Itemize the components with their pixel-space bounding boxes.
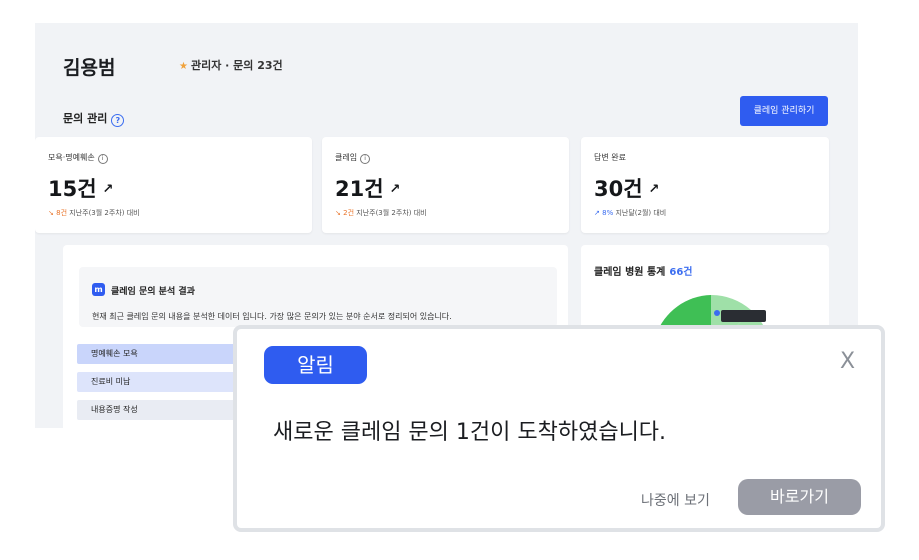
delta-value: 8% <box>602 209 614 217</box>
delta-text: 지난주(3월 2주차) 대비 <box>69 209 140 217</box>
pie-tooltip <box>721 310 766 322</box>
stat-card-label: 클레임 i <box>335 152 371 164</box>
stat-label-text: 클레임 <box>335 153 358 162</box>
arrow-up-right-icon: ↗ <box>648 182 660 197</box>
delta-text: 지난달(2월) 대비 <box>615 209 667 217</box>
stats-title: 클레임 병원 통계 66건 <box>594 263 693 278</box>
info-icon[interactable]: i <box>360 154 371 164</box>
help-icon[interactable]: ? <box>111 114 125 127</box>
analysis-description: 현재 최근 클레임 문의 내용을 분석한 데이터 입니다. 가장 많은 문의가 … <box>92 312 452 321</box>
stat-card-label: 답변 완료 <box>594 152 626 163</box>
stat-card-delta: ↘ 8건 지난주(3월 2주차) 대비 <box>48 208 140 218</box>
arrow-up-right-icon: ↗ <box>102 182 114 197</box>
stats-title-text: 클레임 병원 통계 <box>594 267 666 278</box>
trend-down-icon: ↘ <box>335 209 341 217</box>
notification-modal: 알림 X 새로운 클레임 문의 1건이 도착하였습니다. 나중에 보기 바로가기 <box>233 325 885 532</box>
close-icon[interactable]: X <box>840 349 855 374</box>
user-meta-text: 관리자 · 문의 23건 <box>190 59 283 72</box>
user-name: 김용범 <box>63 57 116 79</box>
delta-value: 8건 <box>56 209 68 217</box>
stat-card-value: 21건 ↗ <box>335 173 400 203</box>
view-later-button[interactable]: 나중에 보기 <box>641 490 710 510</box>
section-title: 문의 관리? <box>63 110 125 127</box>
pie-marker <box>714 310 720 316</box>
stat-card-label: 모욕·명예훼손 i <box>48 152 108 164</box>
stat-label-text: 답변 완료 <box>594 153 626 162</box>
stat-card-defamation[interactable]: 모욕·명예훼손 i 15건 ↗ ↘ 8건 지난주(3월 2주차) 대비 <box>35 137 312 233</box>
stat-card-delta: ↗ 8% 지난달(2월) 대비 <box>594 208 666 218</box>
stat-label-text: 모욕·명예훼손 <box>48 153 95 162</box>
trend-up-icon: ↗ <box>594 209 600 217</box>
analysis-summary: m 클레임 문의 분석 결과 현재 최근 클레임 문의 내용을 분석한 데이터 … <box>79 267 557 327</box>
go-now-button[interactable]: 바로가기 <box>738 479 861 515</box>
delta-value: 2건 <box>343 209 355 217</box>
alert-badge: 알림 <box>264 346 367 384</box>
star-icon: ★ <box>179 61 188 72</box>
notification-message: 새로운 클레임 문의 1건이 도착하였습니다. <box>273 420 667 445</box>
trend-down-icon: ↘ <box>48 209 54 217</box>
arrow-up-right-icon: ↗ <box>389 182 401 197</box>
section-title-text: 문의 관리 <box>63 112 108 125</box>
stats-count: 66건 <box>669 267 693 278</box>
stat-card-claim[interactable]: 클레임 i 21건 ↗ ↘ 2건 지난주(3월 2주차) 대비 <box>322 137 569 233</box>
user-meta: ★ 관리자 · 문의 23건 <box>179 57 283 73</box>
analysis-title: 클레임 문의 분석 결과 <box>111 287 195 297</box>
delta-text: 지난주(3월 2주차) 대비 <box>356 209 427 217</box>
stat-value-text: 15건 <box>48 177 97 201</box>
stat-card-value: 30건 ↗ <box>594 173 659 203</box>
m-logo-icon: m <box>92 283 105 296</box>
stat-card-value: 15건 ↗ <box>48 173 113 203</box>
stat-card-answered[interactable]: 답변 완료 30건 ↗ ↗ 8% 지난달(2월) 대비 <box>581 137 829 233</box>
info-icon[interactable]: i <box>97 154 108 164</box>
stat-value-text: 21건 <box>335 177 384 201</box>
manage-claims-button[interactable]: 클레임 관리하기 <box>740 96 828 126</box>
stat-card-delta: ↘ 2건 지난주(3월 2주차) 대비 <box>335 208 427 218</box>
stat-value-text: 30건 <box>594 177 643 201</box>
